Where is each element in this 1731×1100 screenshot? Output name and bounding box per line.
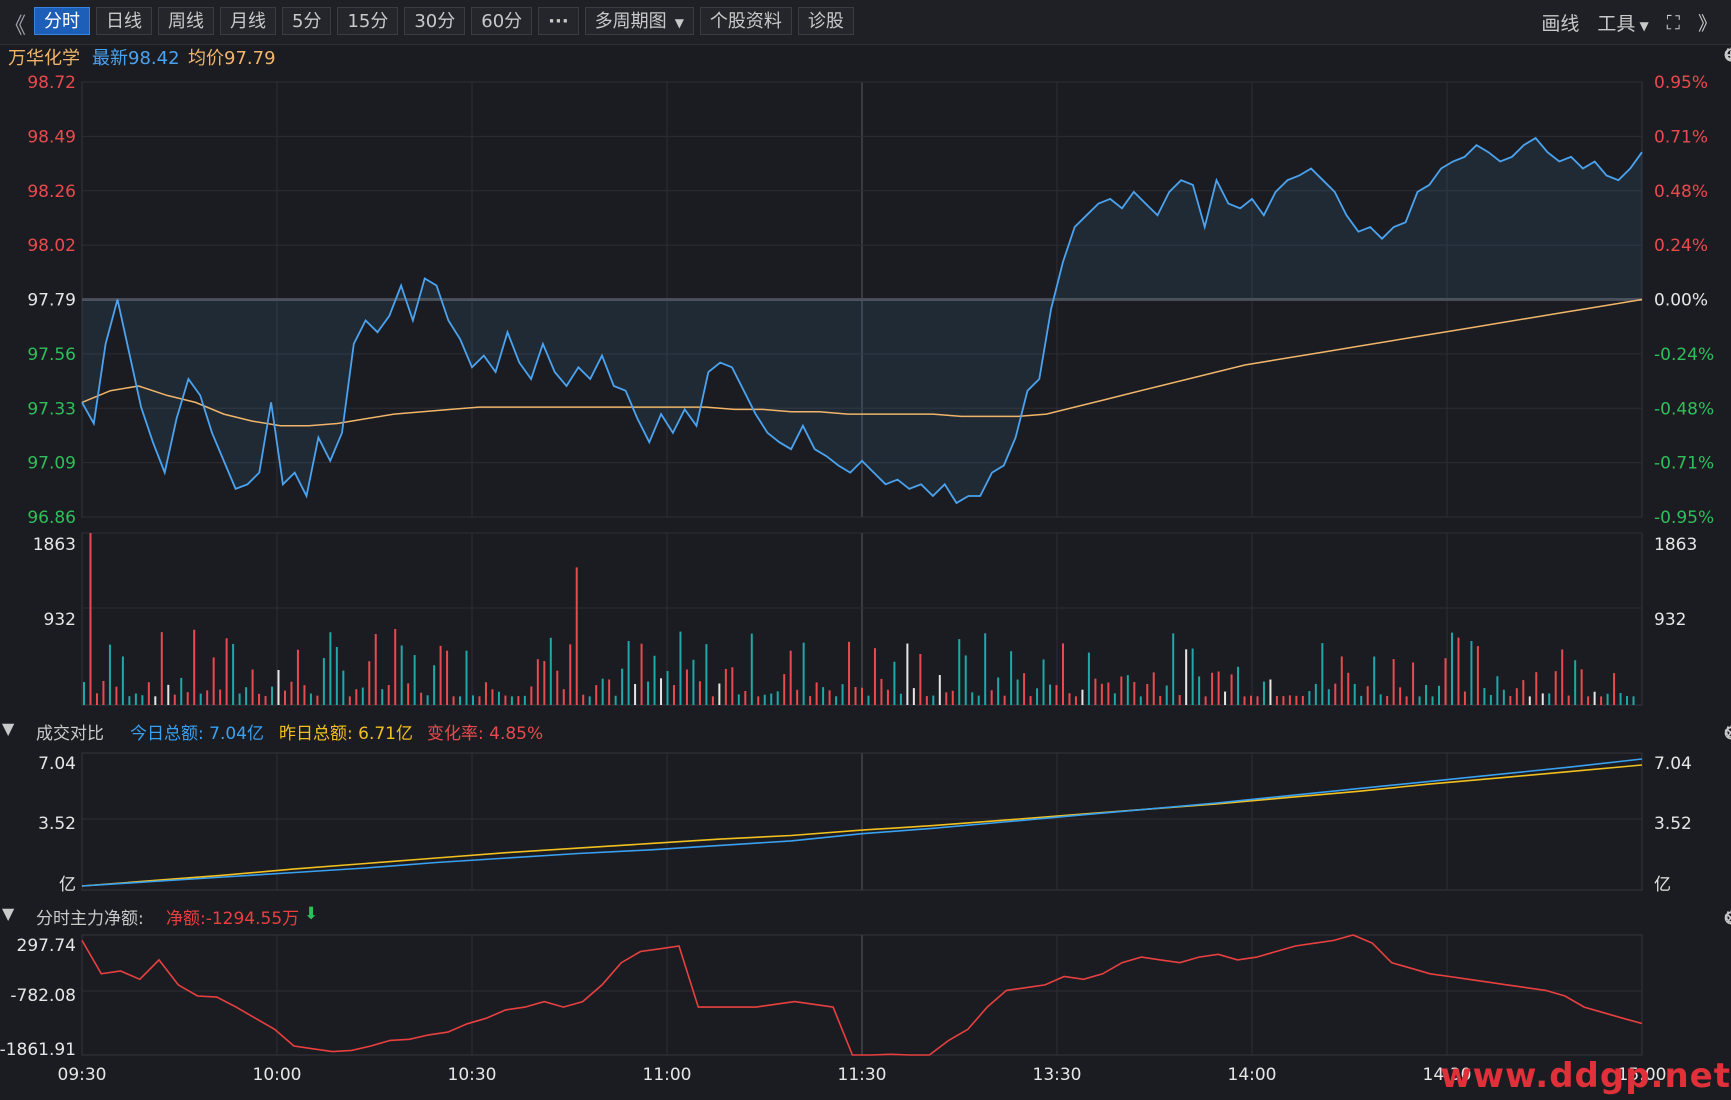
tab-5min[interactable]: 5分 [282, 7, 332, 35]
percent-tick-label: 0.00% [1654, 291, 1708, 311]
tab-intraday[interactable]: 分时 [34, 7, 90, 35]
percent-tick-label: 0.95% [1654, 73, 1708, 93]
turnover-left-axis: 7.04 3.52 亿 [38, 754, 76, 895]
percent-tick-label: 0.24% [1654, 236, 1708, 256]
price-right-axis: 0.95% 0.71% 0.48% 0.24% 0.00% -0.24% -0.48% -0.… [1654, 73, 1714, 528]
tab-stock-profile[interactable]: 个股资料 [699, 7, 792, 35]
turnover-grid [81, 752, 1643, 891]
volume-tick-label: 1863 [33, 535, 76, 555]
price-tick-label: 98.72 [27, 73, 76, 93]
time-tick-label: 10:30 [448, 1065, 497, 1085]
percent-tick-label: -0.48% [1654, 399, 1714, 419]
volume-left-axis: 1863 932 [33, 535, 76, 630]
mainforce-left-axis: 297.74 -782.08 -1861.91 [0, 936, 76, 1060]
time-tick-label: 11:30 [838, 1065, 887, 1085]
tools-caret-icon: ▼ [1639, 19, 1649, 33]
price-tick-label: 97.33 [27, 399, 76, 419]
back-arrow-icon[interactable]: 《 [4, 8, 26, 40]
turnover-chart[interactable]: 7.04 3.52 亿 7.04 3.52 亿 [0, 745, 1731, 895]
price-tick-label: 96.86 [27, 508, 76, 528]
period-tabs: 分时 日线 周线 月线 5分 15分 30分 60分 ··· 多周期图 ▼ 个股资… [34, 7, 854, 35]
turnover-right-axis: 7.04 3.52 亿 [1654, 754, 1692, 895]
price-tick-label: 97.79 [27, 291, 76, 311]
tab-diagnose[interactable]: 诊股 [797, 7, 854, 35]
turnover-tick-label: 3.52 [38, 814, 76, 834]
dropdown-caret-icon: ▼ [674, 16, 684, 30]
tab-60min[interactable]: 60分 [471, 7, 533, 35]
mainforce-header: ▼ 分时主力净额: 净额:-1294.55万 ⬇ ⊗ ⚙ [0, 900, 1731, 930]
turnover-header: ▼ 成交对比 今日总额: 7.04亿 昨日总额: 6.71亿 变化率: 4.85… [0, 715, 1731, 745]
forward-arrow-icon[interactable]: 》 [1698, 9, 1717, 36]
percent-tick-label: -0.95% [1654, 508, 1714, 528]
time-tick-label: 09:30 [58, 1065, 107, 1085]
down-arrow-icon: ⬇ [304, 904, 319, 924]
percent-tick-label: -0.24% [1654, 345, 1714, 365]
watermark: www.ddgp.net [1440, 1056, 1731, 1096]
change-rate: 变化率: 4.85% [427, 724, 544, 744]
stock-info-bar: 万华化学 最新98.42 均价97.79 ↺ ⊕ ⊖ ⚙ [0, 44, 1731, 70]
fullscreen-icon[interactable]: ⛶ [1667, 12, 1680, 34]
volume-tick-label: 932 [1654, 610, 1686, 630]
price-tick-label: 97.56 [27, 345, 76, 365]
mainforce-tick-label: -1861.91 [0, 1040, 76, 1060]
top-toolbar: 《 分时 日线 周线 月线 5分 15分 30分 60分 ··· 多周期图 ▼ 个… [0, 0, 1731, 45]
volume-bars [83, 533, 1635, 705]
price-tick-label: 97.09 [27, 454, 76, 474]
collapse-toggle-icon[interactable]: ▼ [2, 904, 14, 923]
today-total: 今日总额: 7.04亿 [130, 724, 264, 744]
time-tick-label: 11:00 [643, 1065, 692, 1085]
stock-name: 万华化学 [8, 48, 80, 69]
time-tick-label: 14:00 [1228, 1065, 1277, 1085]
volume-tick-label: 932 [44, 610, 76, 630]
time-tick-label: 10:00 [253, 1065, 302, 1085]
tab-weekly[interactable]: 周线 [158, 7, 214, 35]
yesterday-total: 昨日总额: 6.71亿 [279, 724, 413, 744]
tab-30min[interactable]: 30分 [404, 7, 466, 35]
time-tick-label: 13:30 [1033, 1065, 1082, 1085]
tab-monthly[interactable]: 月线 [220, 7, 276, 35]
time-axis: 09:30 10:00 10:30 11:00 11:30 13:30 14:00 14:30… [58, 1065, 1667, 1085]
tools-button[interactable]: 工具 ▼ [1597, 9, 1648, 36]
turnover-title: 成交对比 [36, 724, 104, 744]
turnover-tick-label: 7.04 [38, 754, 76, 774]
average-price: 均价97.79 [188, 48, 276, 69]
turnover-tick-label: 亿 [59, 875, 76, 895]
toolbar-right: 画线 工具 ▼ ⛶ 》 [1541, 9, 1717, 36]
tab-15min[interactable]: 15分 [337, 7, 399, 35]
tab-daily[interactable]: 日线 [96, 7, 152, 35]
price-tick-label: 98.49 [27, 127, 76, 147]
percent-tick-label: -0.71% [1654, 454, 1714, 474]
collapse-toggle-icon[interactable]: ▼ [2, 719, 14, 738]
mainforce-tick-label: 297.74 [17, 936, 76, 956]
mainforce-tick-label: -782.08 [10, 986, 76, 1006]
latest-price: 最新98.42 [92, 48, 180, 69]
percent-tick-label: 0.71% [1654, 127, 1708, 147]
turnover-tick-label: 7.04 [1654, 754, 1692, 774]
price-tick-label: 98.02 [27, 236, 76, 256]
draw-line-button[interactable]: 画线 [1541, 9, 1579, 36]
settings-gear-icon[interactable]: ⚙ [1723, 907, 1731, 929]
mainforce-title: 分时主力净额: [36, 909, 144, 929]
volume-grid [81, 532, 1643, 706]
net-amount: 净额:-1294.55万 [166, 909, 300, 929]
tools-label: 工具 [1597, 13, 1636, 35]
multi-period-label: 多周期图 [594, 11, 667, 32]
settings-gear-icon[interactable]: ⚙ [1723, 722, 1731, 744]
percent-tick-label: 0.48% [1654, 182, 1708, 202]
turnover-tick-label: 亿 [1654, 875, 1671, 895]
mainforce-grid [81, 934, 1643, 1056]
settings-gear-icon[interactable]: ⚙ [1723, 44, 1731, 66]
volume-right-axis: 1863 932 [1654, 535, 1697, 630]
turnover-tick-label: 3.52 [1654, 814, 1692, 834]
price-volume-chart[interactable]: 98.72 98.49 98.26 98.02 97.79 97.56 97.33 97.09… [0, 70, 1731, 710]
tab-multi-period[interactable]: 多周期图 ▼ [584, 7, 694, 35]
price-left-axis: 98.72 98.49 98.26 98.02 97.79 97.56 97.33 97.09… [27, 73, 76, 528]
tab-more[interactable]: ··· [538, 7, 579, 35]
volume-tick-label: 1863 [1654, 535, 1697, 555]
price-tick-label: 98.26 [27, 182, 76, 202]
